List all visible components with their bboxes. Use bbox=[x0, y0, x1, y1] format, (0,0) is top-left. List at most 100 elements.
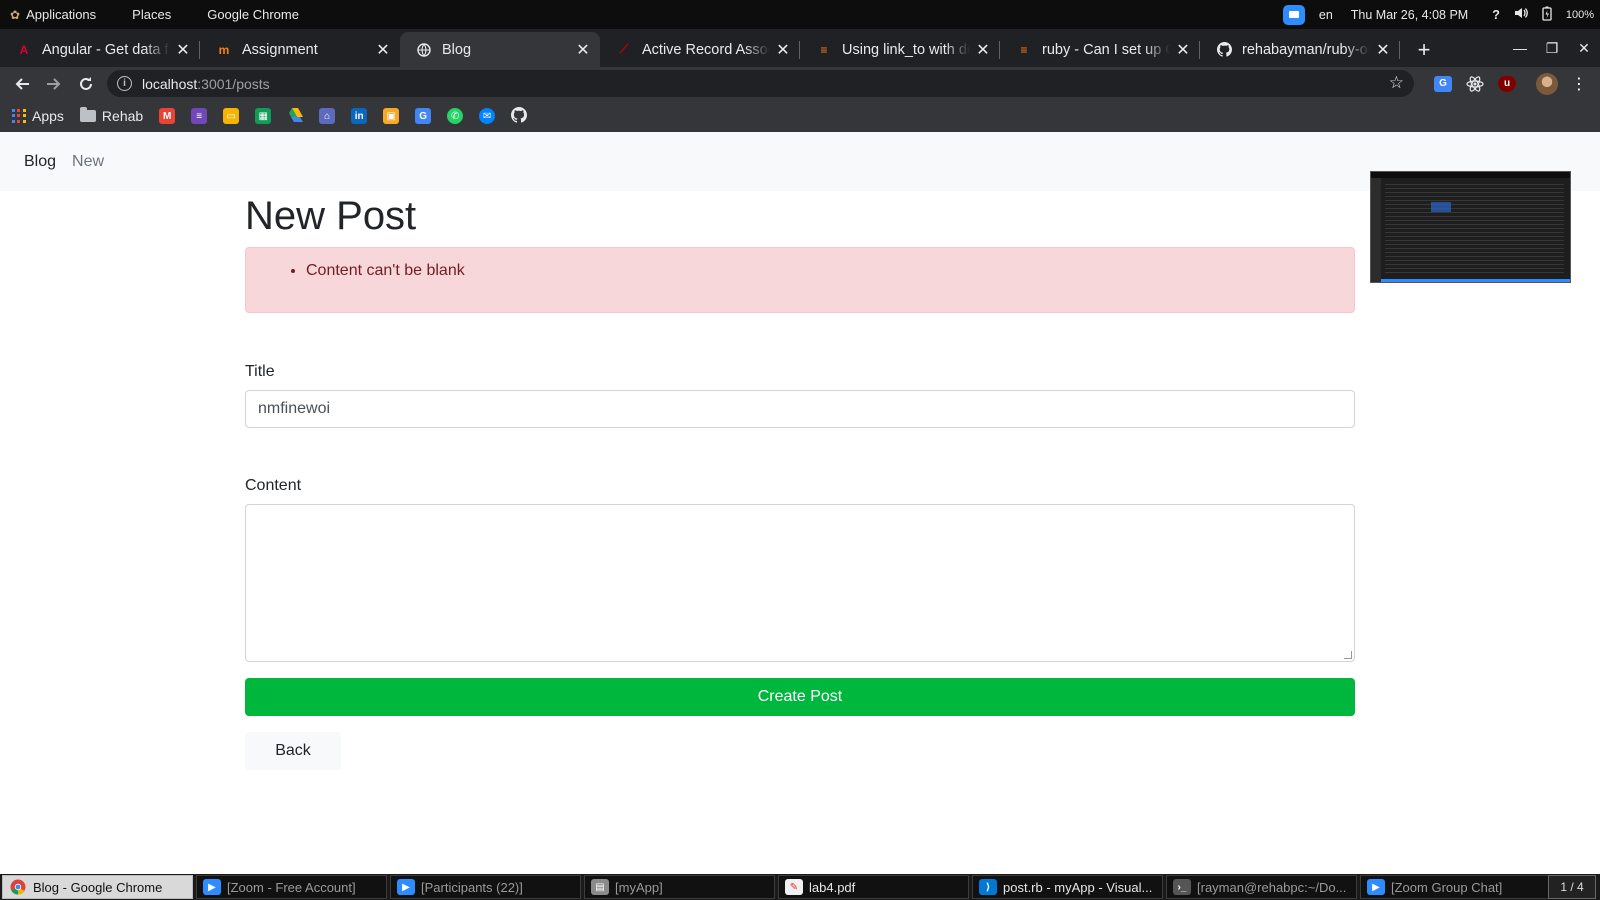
tab-blog[interactable]: Blog ✕ bbox=[400, 32, 600, 67]
google-translate-icon[interactable]: G bbox=[1430, 71, 1456, 97]
tab-link-to[interactable]: ≡ Using link_to with delete ✕ bbox=[800, 32, 1000, 67]
github-icon bbox=[511, 106, 528, 126]
title-label: Title bbox=[245, 363, 275, 380]
help-icon[interactable]: ? bbox=[1492, 8, 1500, 22]
web-page: Blog New New Post Content can't be blank… bbox=[0, 132, 1600, 874]
browser-tab-strip: A Angular - Get data from ✕ m Assignment… bbox=[0, 29, 1600, 67]
minimize-icon[interactable]: — bbox=[1504, 29, 1536, 67]
stackoverflow-icon: ≡ bbox=[820, 42, 828, 57]
task-zoom-chat[interactable]: ▶ [Zoom Group Chat] bbox=[1360, 875, 1551, 899]
resize-handle-icon[interactable] bbox=[1344, 651, 1352, 659]
task-file-manager[interactable]: ▤ [myApp] bbox=[584, 875, 775, 899]
task-zoom-account[interactable]: ▶ [Zoom - Free Account] bbox=[196, 875, 387, 899]
back-arrow-icon[interactable] bbox=[6, 67, 38, 100]
form-container: New Post Content can't be blank Title nm… bbox=[245, 191, 1355, 770]
screen-share-thumbnail[interactable] bbox=[1370, 171, 1571, 283]
task-terminal[interactable]: ›_ [rayman@rehabpc:~/Do... bbox=[1166, 875, 1357, 899]
system-top-bar: ✿ Applications Places Google Chrome en T… bbox=[0, 0, 1600, 29]
gnome-foot-icon: ✿ bbox=[10, 7, 21, 22]
bookmark-linkedin[interactable]: in bbox=[351, 108, 368, 124]
places-menu[interactable]: Places bbox=[132, 7, 171, 22]
bookmark-apps[interactable]: Apps bbox=[12, 108, 64, 124]
rails-icon: ⟋ bbox=[619, 42, 629, 56]
bookmark-keep[interactable]: ▣ bbox=[383, 108, 400, 124]
title-input[interactable]: nmfinewoi bbox=[245, 390, 1355, 428]
bookmark-messenger[interactable]: ✉ bbox=[479, 108, 496, 124]
bookmark-gmail[interactable]: M bbox=[159, 108, 176, 124]
applications-menu[interactable]: ✿ Applications bbox=[10, 7, 96, 22]
file-manager-icon: ▤ bbox=[591, 879, 609, 895]
window-taskbar: Blog - Google Chrome ▶ [Zoom - Free Acco… bbox=[0, 874, 1600, 900]
zoom-tray-icon[interactable] bbox=[1282, 4, 1305, 25]
close-window-icon[interactable]: ✕ bbox=[1568, 29, 1600, 67]
zoom-icon: ▶ bbox=[203, 879, 221, 895]
browser-toolbar: i localhost:3001/posts ☆ G u ⋮ bbox=[0, 67, 1600, 100]
react-devtools-icon[interactable] bbox=[1462, 71, 1488, 97]
nav-link-new[interactable]: New bbox=[72, 153, 104, 171]
chrome-icon bbox=[9, 879, 27, 895]
pdf-icon: ✎ bbox=[785, 879, 803, 895]
forward-arrow-icon[interactable] bbox=[38, 67, 70, 100]
volume-icon[interactable] bbox=[1514, 6, 1528, 23]
gmail-icon: M bbox=[159, 108, 176, 124]
moodle-icon: m bbox=[218, 42, 230, 57]
task-vscode[interactable]: ⟩ post.rb - myApp - Visual... bbox=[972, 875, 1163, 899]
workspace-switcher[interactable]: 1 / 4 bbox=[1548, 875, 1596, 899]
profile-avatar[interactable] bbox=[1534, 71, 1560, 97]
task-chrome-blog[interactable]: Blog - Google Chrome bbox=[2, 875, 193, 899]
tab-github-repo[interactable]: rehabayman/ruby-on-rails ✕ bbox=[1200, 32, 1400, 67]
language-indicator[interactable]: en bbox=[1319, 8, 1333, 22]
bookmark-star-icon[interactable]: ☆ bbox=[1389, 73, 1404, 93]
bookmark-sheets[interactable]: ▦ bbox=[255, 108, 272, 124]
bookmark-classroom[interactable]: ⌂ bbox=[319, 108, 336, 124]
tab-active-record[interactable]: ⟋ Active Record Associations ✕ bbox=[600, 32, 800, 67]
google-forms-icon: ≡ bbox=[191, 108, 208, 124]
bookmark-translate[interactable]: G bbox=[415, 108, 432, 124]
bookmark-forms[interactable]: ≡ bbox=[191, 108, 208, 124]
bookmark-drive[interactable] bbox=[287, 107, 304, 125]
vscode-icon: ⟩ bbox=[979, 879, 997, 895]
tab-assignment[interactable]: m Assignment ✕ bbox=[200, 32, 400, 67]
close-icon[interactable]: ✕ bbox=[174, 40, 192, 60]
restore-icon[interactable]: ❐ bbox=[1536, 29, 1568, 67]
graduation-cap-icon: ⌂ bbox=[319, 108, 336, 124]
reload-icon[interactable] bbox=[70, 67, 102, 100]
site-navbar: Blog New bbox=[0, 132, 1600, 191]
terminal-icon: ›_ bbox=[1173, 879, 1191, 895]
back-button[interactable]: Back bbox=[245, 732, 341, 770]
close-icon[interactable]: ✕ bbox=[974, 40, 992, 60]
create-post-button[interactable]: Create Post bbox=[245, 678, 1355, 716]
bookmark-slides[interactable]: ▭ bbox=[223, 108, 240, 124]
messenger-icon: ✉ bbox=[479, 108, 496, 124]
new-tab-button[interactable]: + bbox=[1406, 32, 1442, 67]
chrome-menu-icon[interactable]: ⋮ bbox=[1566, 71, 1592, 97]
close-icon[interactable]: ✕ bbox=[574, 40, 592, 60]
error-message: Content can't be blank bbox=[306, 262, 1354, 280]
title-input-value: nmfinewoi bbox=[258, 400, 331, 417]
site-info-icon[interactable]: i bbox=[117, 76, 132, 91]
bookmark-whatsapp[interactable]: ✆ bbox=[447, 108, 464, 124]
apps-grid-icon bbox=[12, 109, 26, 123]
content-textarea[interactable] bbox=[245, 504, 1355, 662]
bookmarks-bar: Apps Rehab M ≡ ▭ ▦ ⌂ in ▣ G ✆ ✉ bbox=[0, 100, 1600, 132]
battery-level: 100% bbox=[1565, 8, 1594, 21]
close-icon[interactable]: ✕ bbox=[774, 40, 792, 60]
task-zoom-participants[interactable]: ▶ [Participants (22)] bbox=[390, 875, 581, 899]
tab-angular[interactable]: A Angular - Get data from ✕ bbox=[0, 32, 200, 67]
task-pdf-viewer[interactable]: ✎ lab4.pdf bbox=[778, 875, 969, 899]
address-bar[interactable]: i localhost:3001/posts ☆ bbox=[107, 70, 1414, 97]
close-icon[interactable]: ✕ bbox=[1374, 40, 1392, 60]
close-icon[interactable]: ✕ bbox=[1174, 40, 1192, 60]
battery-icon[interactable] bbox=[1542, 6, 1552, 24]
tab-ruby-cascade[interactable]: ≡ ruby - Can I set up Cascade ✕ bbox=[1000, 32, 1200, 67]
linkedin-icon: in bbox=[351, 108, 368, 124]
google-drive-icon bbox=[287, 107, 304, 125]
bookmark-github[interactable] bbox=[511, 106, 528, 126]
bookmark-folder-rehab[interactable]: Rehab bbox=[79, 107, 143, 124]
active-app-menu[interactable]: Google Chrome bbox=[207, 7, 299, 22]
ublock-origin-icon[interactable]: u bbox=[1494, 71, 1520, 97]
navbar-brand[interactable]: Blog bbox=[24, 153, 56, 171]
folder-icon bbox=[79, 107, 96, 122]
clock[interactable]: Thu Mar 26, 4:08 PM bbox=[1351, 8, 1468, 22]
close-icon[interactable]: ✕ bbox=[374, 40, 392, 60]
